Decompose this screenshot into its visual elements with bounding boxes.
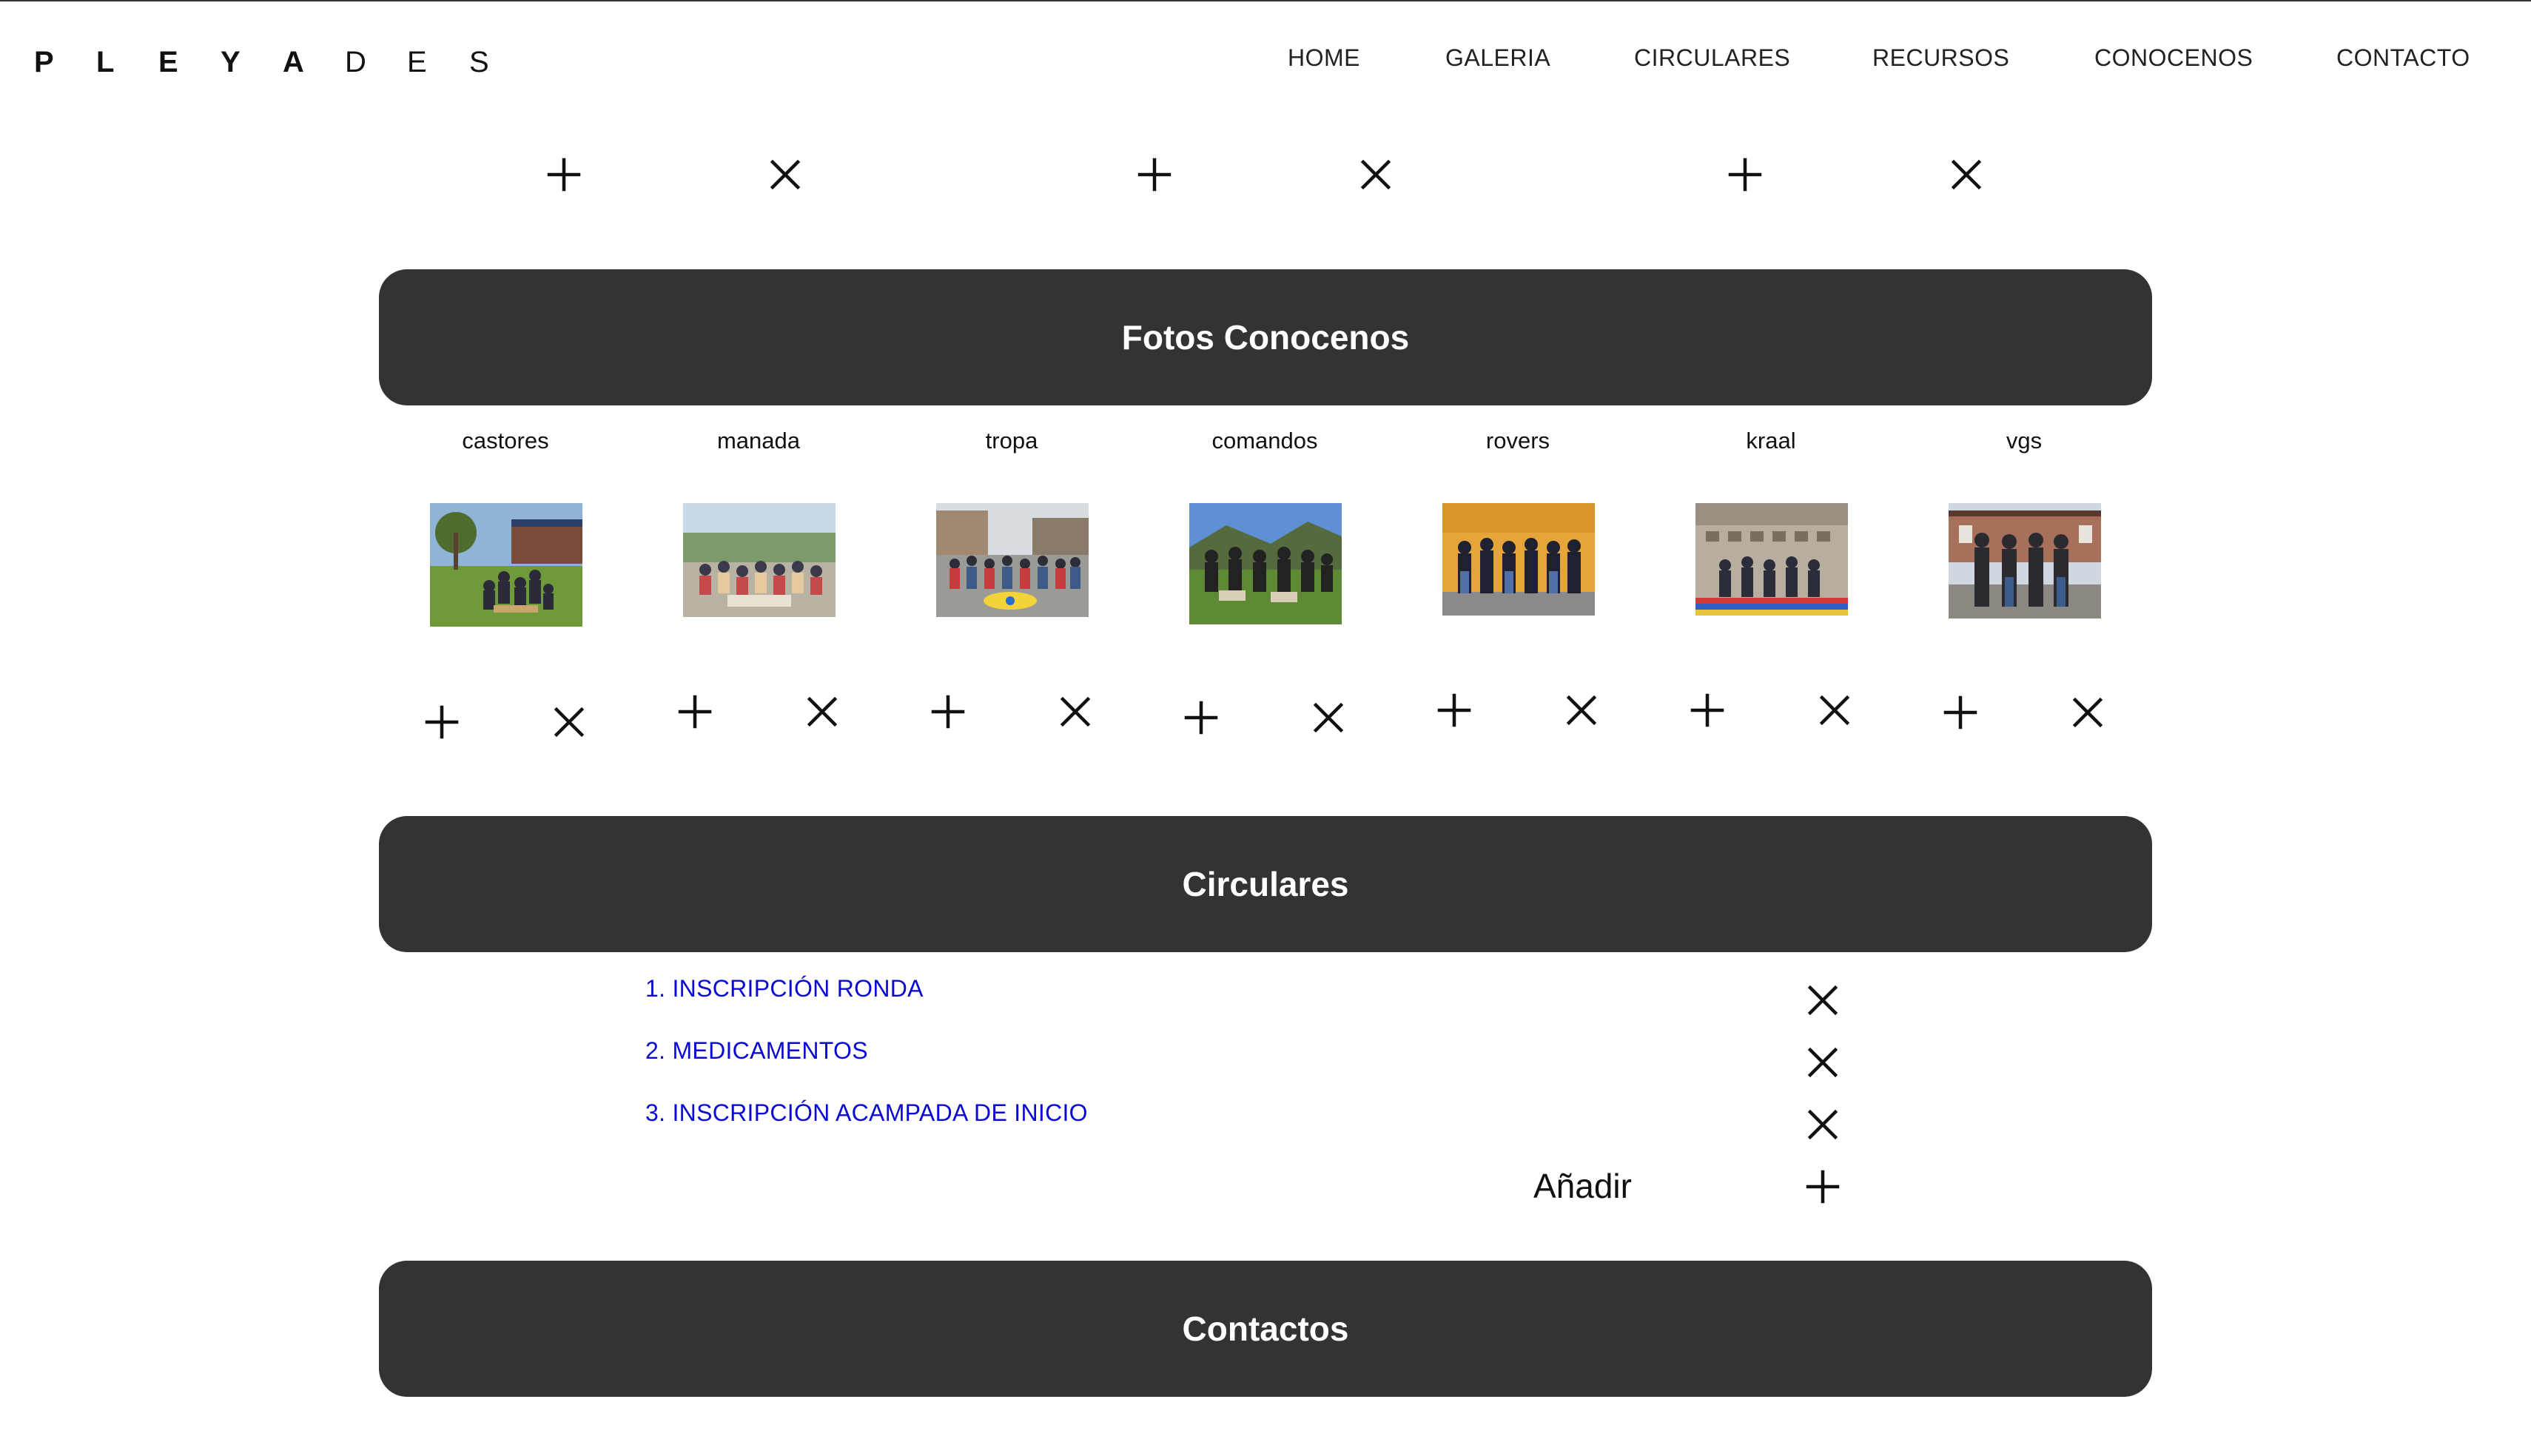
close-icon[interactable]	[1306, 695, 1351, 740]
nav-recursos[interactable]: RECURSOS	[1872, 44, 2009, 72]
close-icon[interactable]	[1801, 1102, 1845, 1147]
plus-icon[interactable]	[1723, 152, 1767, 197]
add-circular-label[interactable]: Añadir	[1533, 1166, 1632, 1206]
nav-galeria[interactable]: GALERIA	[1445, 44, 1550, 72]
plus-icon[interactable]	[926, 690, 970, 734]
circular-link[interactable]: 2. MEDICAMENTOS	[645, 1037, 868, 1065]
close-icon[interactable]	[1053, 690, 1098, 734]
close-icon[interactable]	[547, 700, 591, 744]
plus-icon[interactable]	[673, 690, 717, 734]
plus-icon[interactable]	[1132, 152, 1177, 197]
circular-link[interactable]: 1. INSCRIPCIÓN RONDA	[645, 975, 924, 1002]
close-icon[interactable]	[2066, 690, 2110, 735]
nav-circulares[interactable]: CIRCULARES	[1634, 44, 1790, 72]
section-bar-contactos: Contactos	[379, 1261, 2152, 1397]
group-photo-vgs[interactable]	[1949, 503, 2101, 619]
group-label: comandos	[1211, 428, 1318, 454]
group-label: kraal	[1746, 428, 1796, 454]
close-icon[interactable]	[1801, 1040, 1845, 1085]
plus-icon[interactable]	[1801, 1165, 1845, 1209]
group-label: vgs	[2006, 428, 2043, 454]
plus-icon[interactable]	[420, 700, 464, 744]
plus-icon[interactable]	[1432, 688, 1476, 732]
close-icon[interactable]	[1944, 152, 1989, 197]
group-photo-castores[interactable]	[430, 503, 582, 627]
nav-conocenos[interactable]: CONOCENOS	[2094, 44, 2253, 72]
group-photo-kraal[interactable]	[1695, 503, 1848, 616]
main-nav: HOME GALERIA CIRCULARES RECURSOS CONOCEN…	[0, 44, 2531, 77]
circular-link[interactable]: 3. INSCRIPCIÓN ACAMPADA DE INICIO	[645, 1099, 1088, 1127]
group-photo-comandos[interactable]	[1189, 503, 1342, 624]
section-bar-circulares: Circulares	[379, 816, 2152, 952]
plus-icon[interactable]	[1938, 690, 1983, 735]
nav-contacto[interactable]: CONTACTO	[2336, 44, 2470, 72]
plus-icon[interactable]	[542, 152, 586, 197]
group-label: tropa	[985, 428, 1038, 454]
group-photo-manada[interactable]	[683, 503, 836, 617]
group-photo-rovers[interactable]	[1442, 503, 1595, 616]
group-label: rovers	[1485, 428, 1550, 454]
close-icon[interactable]	[1801, 978, 1845, 1022]
section-title: Fotos Conocenos	[1121, 318, 1410, 357]
plus-icon[interactable]	[1179, 695, 1223, 740]
section-bar-fotos: Fotos Conocenos	[379, 269, 2152, 405]
plus-icon[interactable]	[1685, 688, 1730, 732]
close-icon[interactable]	[1354, 152, 1398, 197]
section-title: Contactos	[1182, 1310, 1349, 1348]
top-border	[0, 0, 2531, 1]
close-icon[interactable]	[763, 152, 807, 197]
close-icon[interactable]	[800, 690, 844, 734]
close-icon[interactable]	[1812, 688, 1857, 732]
group-label: castores	[462, 428, 549, 454]
close-icon[interactable]	[1559, 688, 1604, 732]
group-label: manada	[716, 428, 801, 454]
group-photo-tropa[interactable]	[936, 503, 1089, 617]
nav-home[interactable]: HOME	[1288, 44, 1360, 72]
section-title: Circulares	[1182, 865, 1349, 903]
